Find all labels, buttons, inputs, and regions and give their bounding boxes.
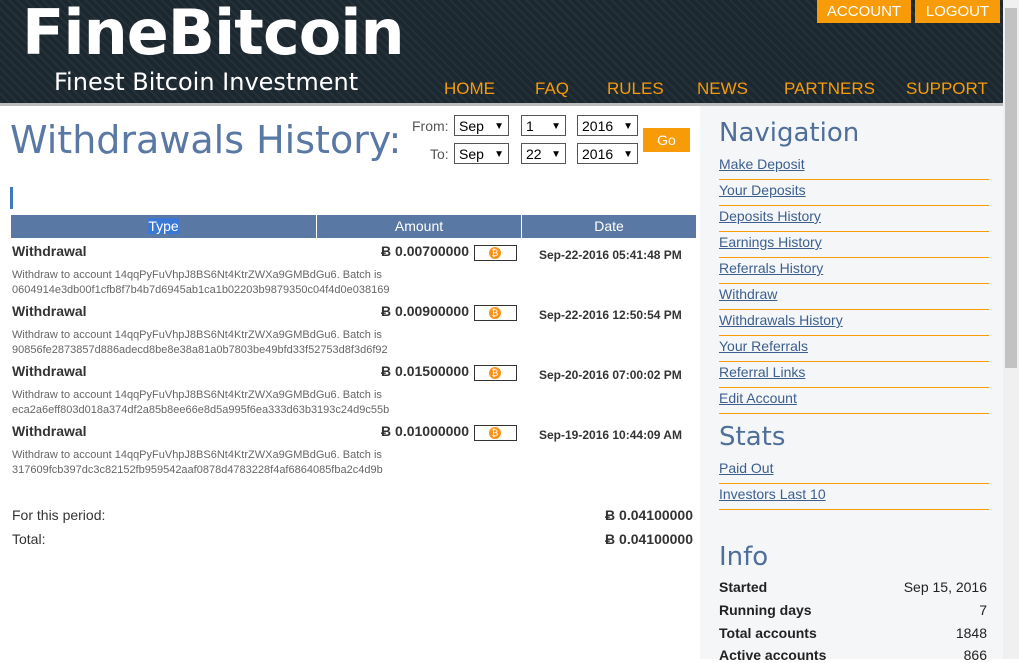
table-row: Withdrawal Ƀ 0.00700000 ₿ Sep-22-2016 05… — [11, 243, 696, 303]
go-button[interactable]: Go — [643, 128, 690, 152]
period-label: For this period: — [12, 507, 106, 523]
sidebar-link-deposits-history[interactable]: Deposits History — [719, 206, 989, 232]
from-year-value: 2016 — [582, 118, 614, 134]
chevron-down-icon: ▼ — [623, 149, 633, 160]
sidebar-link-edit-account[interactable]: Edit Account — [719, 388, 989, 414]
info-label-total-accounts: Total accounts — [719, 625, 817, 641]
navigation-title: Navigation — [719, 118, 860, 148]
coin-badge: ₿ — [474, 425, 517, 441]
column-type[interactable]: Type — [11, 215, 317, 238]
info-value-active-accounts: 866 — [963, 647, 987, 663]
nav-partners[interactable]: PARTNERS — [784, 79, 875, 99]
stats-title: Stats — [719, 422, 786, 452]
to-month-value: Sep — [459, 146, 484, 162]
row-amount: Ƀ 0.00900000 — [381, 303, 469, 319]
sidebar-link-referrals-history[interactable]: Referrals History — [719, 258, 989, 284]
coin-badge: ₿ — [474, 245, 517, 261]
table-header: Type Amount Date — [11, 215, 696, 238]
chevron-down-icon: ▼ — [494, 121, 504, 132]
sidebar-link-your-deposits[interactable]: Your Deposits — [719, 180, 989, 206]
row-description: Withdraw to account 14qqPyFuVhpJ8BS6Nt4K… — [12, 329, 388, 356]
row-date: Sep-20-2016 07:00:02 PM — [539, 368, 682, 382]
scrollbar-thumb[interactable] — [1005, 8, 1017, 368]
to-month-select[interactable]: Sep ▼ — [454, 143, 509, 164]
coin-badge: ₿ — [474, 365, 517, 381]
page-title: Withdrawals History: — [10, 118, 402, 162]
bitcoin-icon: ₿ — [489, 307, 501, 319]
bitcoin-icon: ₿ — [489, 247, 501, 259]
logout-button[interactable]: LOGOUT — [915, 0, 1000, 23]
row-date: Sep-22-2016 12:50:54 PM — [539, 308, 682, 322]
row-description: Withdraw to account 14qqPyFuVhpJ8BS6Nt4K… — [12, 269, 390, 296]
row-type: Withdrawal — [12, 303, 87, 319]
from-year-select[interactable]: 2016 ▼ — [577, 115, 638, 136]
nav-faq[interactable]: FAQ — [535, 79, 569, 99]
table-row: Withdrawal Ƀ 0.01000000 ₿ Sep-19-2016 10… — [11, 423, 696, 483]
info-label-started: Started — [719, 579, 768, 595]
sidebar-link-earnings-history[interactable]: Earnings History — [719, 232, 989, 258]
chevron-down-icon: ▼ — [494, 149, 504, 160]
coin-badge: ₿ — [474, 305, 517, 321]
table-row: Withdrawal Ƀ 0.01500000 ₿ Sep-20-2016 07… — [11, 363, 696, 423]
main-nav: HOME FAQ RULES NEWS PARTNERS SUPPORT — [0, 79, 1003, 101]
info-value-started: Sep 15, 2016 — [903, 579, 987, 595]
bitcoin-icon: ₿ — [489, 427, 501, 439]
sidebar-link-referral-links[interactable]: Referral Links — [719, 362, 989, 388]
to-year-value: 2016 — [582, 146, 614, 162]
info-title: Info — [719, 542, 769, 572]
from-month-value: Sep — [459, 118, 484, 134]
chevron-down-icon: ▼ — [551, 149, 561, 160]
total-value: Ƀ 0.04100000 — [605, 531, 693, 547]
sidebar-link-investors-last-10[interactable]: Investors Last 10 — [719, 484, 989, 510]
chevron-down-icon: ▼ — [551, 121, 561, 132]
row-type: Withdrawal — [12, 243, 87, 259]
to-year-select[interactable]: 2016 ▼ — [577, 143, 638, 164]
column-amount[interactable]: Amount — [317, 215, 522, 238]
info-value-running-days: 7 — [979, 602, 987, 618]
row-type: Withdrawal — [12, 363, 87, 379]
row-amount: Ƀ 0.01000000 — [381, 423, 469, 439]
period-value: Ƀ 0.04100000 — [605, 507, 693, 523]
row-amount: Ƀ 0.01500000 — [381, 363, 469, 379]
column-type-label: Type — [148, 218, 179, 234]
site-header: FineBitcoin Finest Bitcoin Investment AC… — [0, 0, 1003, 103]
nav-rules[interactable]: RULES — [607, 79, 664, 99]
row-date: Sep-19-2016 10:44:09 AM — [539, 428, 682, 442]
from-day-select[interactable]: 1 ▼ — [521, 115, 566, 136]
from-label: From: — [412, 118, 449, 134]
sidebar-link-your-referrals[interactable]: Your Referrals — [719, 336, 989, 362]
to-day-select[interactable]: 22 ▼ — [521, 143, 566, 164]
chevron-down-icon: ▼ — [623, 121, 633, 132]
info-value-total-accounts: 1848 — [955, 625, 987, 641]
from-day-value: 1 — [526, 118, 534, 134]
table-row: Withdrawal Ƀ 0.00900000 ₿ Sep-22-2016 12… — [11, 303, 696, 363]
nav-home[interactable]: HOME — [444, 79, 495, 99]
row-description: Withdraw to account 14qqPyFuVhpJ8BS6Nt4K… — [12, 449, 383, 476]
from-month-select[interactable]: Sep ▼ — [454, 115, 509, 136]
nav-support[interactable]: SUPPORT — [906, 79, 988, 99]
sidebar-link-make-deposit[interactable]: Make Deposit — [719, 154, 989, 180]
to-label: To: — [430, 146, 449, 162]
info-label-running-days: Running days — [719, 602, 812, 618]
row-description: Withdraw to account 14qqPyFuVhpJ8BS6Nt4K… — [12, 389, 390, 416]
row-amount: Ƀ 0.00700000 — [381, 243, 469, 259]
row-type: Withdrawal — [12, 423, 87, 439]
total-label: Total: — [12, 531, 46, 547]
bitcoin-icon: ₿ — [489, 367, 501, 379]
text-cursor — [10, 187, 13, 209]
info-label-active-accounts: Active accounts — [719, 647, 827, 663]
row-date: Sep-22-2016 05:41:48 PM — [539, 248, 682, 262]
column-date[interactable]: Date — [522, 215, 696, 238]
account-button[interactable]: ACCOUNT — [817, 0, 911, 23]
sidebar-link-paid-out[interactable]: Paid Out — [719, 458, 989, 484]
to-day-value: 22 — [526, 146, 542, 162]
sidebar-link-withdrawals-history[interactable]: Withdrawals History — [719, 310, 989, 336]
sidebar-link-withdraw[interactable]: Withdraw — [719, 284, 989, 310]
site-logo[interactable]: FineBitcoin — [22, 0, 405, 69]
nav-news[interactable]: NEWS — [697, 79, 748, 99]
